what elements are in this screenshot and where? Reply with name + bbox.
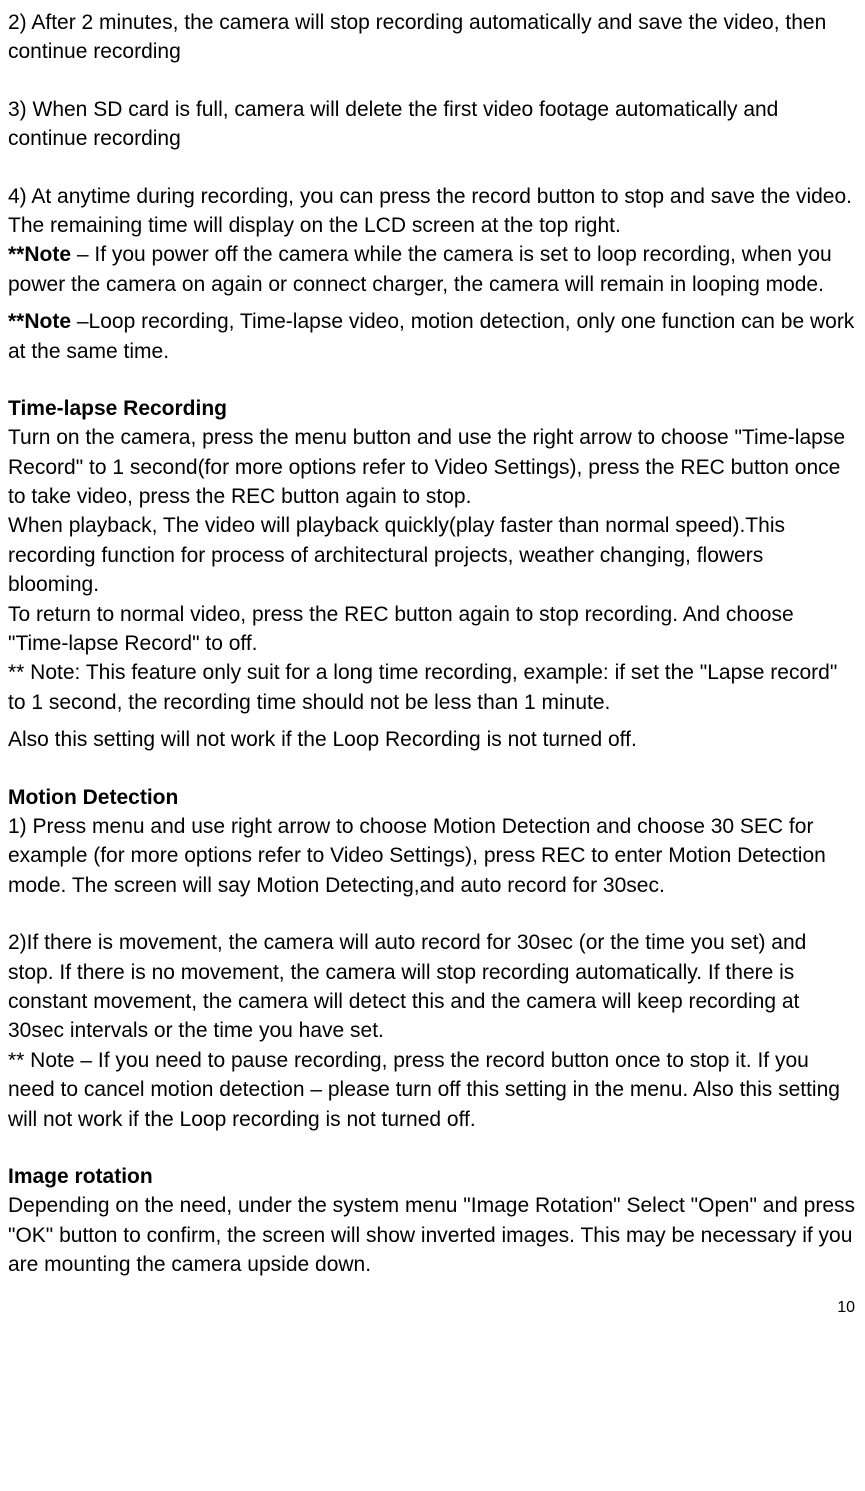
heading-motion-detection: Motion Detection [8, 783, 857, 812]
time-lapse-p2: When playback, The video will playback q… [8, 511, 857, 599]
motion-p1: 1) Press menu and use right arrow to cho… [8, 812, 857, 900]
time-lapse-note: ** Note: This feature only suit for a lo… [8, 658, 857, 717]
note-2-text: –Loop recording, Time-lapse video, motio… [8, 310, 854, 362]
time-lapse-p1: Turn on the camera, press the menu butto… [8, 423, 857, 511]
note-1: **Note – If you power off the camera whi… [8, 240, 857, 299]
page-number: 10 [8, 1297, 857, 1319]
note-1-text: – If you power off the camera while the … [8, 243, 832, 295]
rotation-p1: Depending on the need, under the system … [8, 1191, 857, 1279]
heading-time-lapse: Time-lapse Recording [8, 394, 857, 423]
paragraph-item-2: 2) After 2 minutes, the camera will stop… [8, 8, 857, 67]
time-lapse-note-2: Also this setting will not work if the L… [8, 725, 857, 754]
note-2-label: **Note [8, 310, 71, 333]
paragraph-item-4: 4) At anytime during recording, you can … [8, 182, 857, 241]
note-2: **Note –Loop recording, Time-lapse video… [8, 307, 857, 366]
motion-p2: 2)If there is movement, the camera will … [8, 928, 857, 1046]
motion-note: ** Note – If you need to pause recording… [8, 1046, 857, 1134]
paragraph-item-3: 3) When SD card is full, camera will del… [8, 95, 857, 154]
note-1-label: **Note [8, 243, 71, 266]
time-lapse-p3: To return to normal video, press the REC… [8, 600, 857, 659]
heading-image-rotation: Image rotation [8, 1162, 857, 1191]
